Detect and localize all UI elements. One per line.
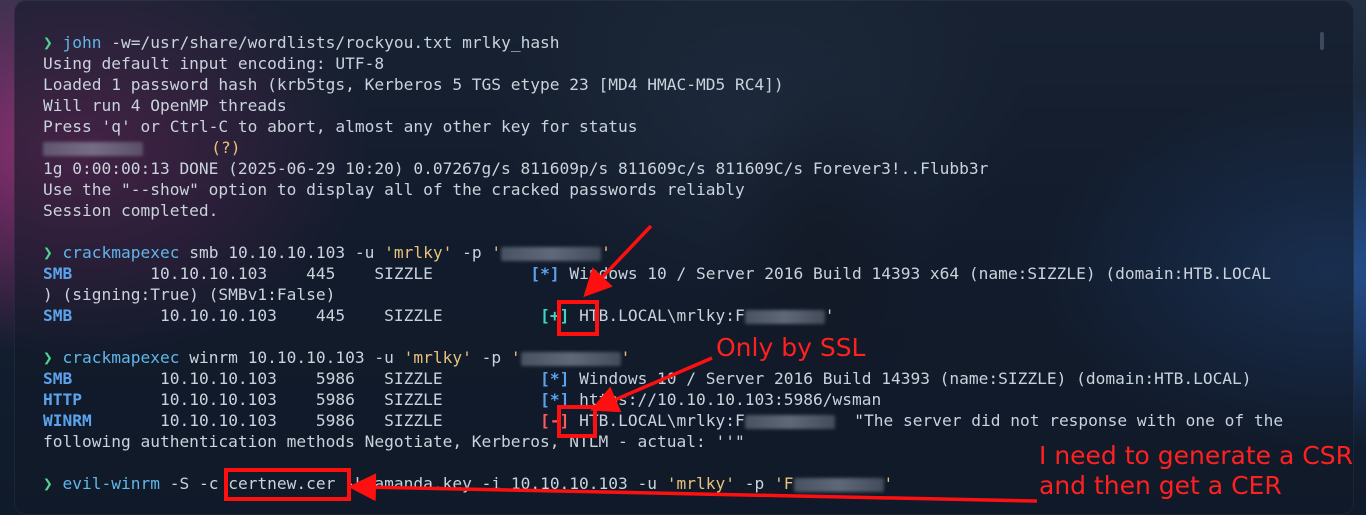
annotation-csr: I need to generate a CSR and then get a … bbox=[1039, 441, 1353, 500]
row-ip: 10.10.10.103 bbox=[159, 411, 277, 430]
command-proto: smb bbox=[189, 243, 219, 262]
output-line: Session completed. bbox=[43, 201, 219, 220]
cme-row: SMB 10.10.10.103 445 SIZZLE [*] Windows … bbox=[43, 263, 1271, 284]
pass-quote: 'F bbox=[774, 474, 794, 493]
row-port: 445 bbox=[306, 264, 336, 283]
command-line-cme-smb: ❯ crackmapexec smb 10.10.10.103 -u 'mrlk… bbox=[43, 242, 611, 263]
prompt-symbol: ❯ bbox=[43, 33, 53, 52]
row-port: 5986 bbox=[315, 390, 355, 409]
command-args: -w=/usr/share/wordlists/rockyou.txt bbox=[111, 33, 453, 52]
pass-quote: ' bbox=[510, 348, 521, 367]
row-proto: SMB bbox=[43, 264, 73, 283]
row-port: 445 bbox=[315, 306, 346, 325]
pass-flag: -p bbox=[744, 474, 765, 493]
command-flags: -S -c bbox=[169, 474, 219, 493]
redacted-password bbox=[501, 246, 602, 261]
row-tail: ' bbox=[824, 306, 835, 325]
row-ip: 10.10.10.103 bbox=[159, 390, 277, 409]
user-value: 'mrlky' bbox=[384, 243, 453, 262]
row-message: Windows 10 / Server 2016 Build 14393 x64… bbox=[569, 264, 1272, 283]
cme-row: WINRM 10.10.10.103 5986 SIZZLE [-] HTB.L… bbox=[43, 410, 1283, 431]
row-ip: 10.10.10.103 bbox=[150, 264, 268, 283]
pass-quote: ' bbox=[883, 474, 894, 493]
row-host: SIZZLE bbox=[384, 411, 443, 430]
command-target: mrlky_hash bbox=[462, 33, 560, 52]
desktop-background: ❯ john -w=/usr/share/wordlists/rockyou.t… bbox=[0, 0, 1366, 515]
cme-row: SMB 10.10.10.103 5986 SIZZLE [*] Windows… bbox=[43, 368, 1252, 389]
row-message: https://10.10.10.103:5986/wsman bbox=[579, 390, 882, 409]
row-proto: WINRM bbox=[43, 411, 92, 430]
row-proto: SMB bbox=[43, 369, 73, 388]
pass-quote: ' bbox=[601, 243, 611, 262]
row-host: SIZZLE bbox=[384, 306, 443, 325]
pass-flag: -p bbox=[462, 243, 482, 262]
row-proto: HTTP bbox=[43, 390, 82, 409]
row-host: SIZZLE bbox=[374, 264, 433, 283]
row-message: HTB.LOCAL\mrlky:F bbox=[579, 411, 745, 430]
row-ip: 10.10.10.103 bbox=[159, 306, 277, 325]
command-proto: winrm bbox=[189, 348, 238, 367]
row-host: SIZZLE bbox=[384, 390, 443, 409]
row-port: 5986 bbox=[315, 411, 355, 430]
row-host: SIZZLE bbox=[384, 369, 443, 388]
command-line-cme-winrm: ❯ crackmapexec winrm 10.10.10.103 -u 'mr… bbox=[43, 347, 630, 368]
row-message: HTB.LOCAL\mrlky:F bbox=[579, 306, 745, 325]
prompt-symbol: ❯ bbox=[43, 243, 53, 262]
user-value: 'mrlky' bbox=[403, 348, 472, 367]
output-line: 1g 0:00:00:13 DONE (2025-06-29 10:20) 0.… bbox=[43, 159, 989, 178]
cracked-suffix: (?) bbox=[211, 138, 241, 157]
command-host: 10.10.10.103 bbox=[247, 348, 365, 367]
user-value: 'mrlky' bbox=[666, 474, 736, 493]
redacted-password bbox=[43, 141, 143, 156]
redacted-password bbox=[744, 309, 825, 324]
command-name: john bbox=[62, 33, 102, 52]
highlight-box-cert bbox=[224, 468, 351, 501]
terminal-window[interactable]: ❯ john -w=/usr/share/wordlists/rockyou.t… bbox=[14, 0, 1354, 515]
redacted-password bbox=[793, 477, 884, 492]
command-line-john: ❯ john -w=/usr/share/wordlists/rockyou.t… bbox=[43, 32, 560, 53]
annotation-ssl: Only by SSL bbox=[716, 333, 866, 362]
output-line: Use the "--show" option to display all o… bbox=[43, 180, 745, 199]
command-flags: -k amanda.key -i 10.10.10.103 -u bbox=[345, 474, 658, 493]
row-port: 5986 bbox=[315, 369, 355, 388]
terminal-scrollbar[interactable] bbox=[1320, 32, 1324, 50]
pass-quote: ' bbox=[491, 243, 502, 262]
output-line: Loaded 1 password hash (krb5tgs, Kerbero… bbox=[43, 75, 784, 94]
redacted-password bbox=[520, 351, 621, 366]
prompt-symbol: ❯ bbox=[43, 348, 53, 367]
cracked-password-line: (?) bbox=[43, 137, 240, 158]
pass-quote: ' bbox=[620, 348, 631, 367]
row-ip: 10.10.10.103 bbox=[159, 369, 277, 388]
redacted-password bbox=[744, 414, 835, 429]
command-name: evil-winrm bbox=[62, 474, 160, 493]
status-mark: [*] bbox=[530, 264, 560, 283]
row-proto: SMB bbox=[43, 306, 73, 325]
command-host: 10.10.10.103 bbox=[228, 243, 346, 262]
pass-flag: -p bbox=[481, 348, 502, 367]
output-line: Using default input encoding: UTF-8 bbox=[43, 54, 385, 73]
status-mark: [*] bbox=[540, 369, 570, 388]
output-line: Will run 4 OpenMP threads bbox=[43, 96, 287, 115]
cme-row: SMB 10.10.10.103 445 SIZZLE [+] HTB.LOCA… bbox=[43, 305, 835, 326]
row-tail: "The server did not response with one of… bbox=[854, 411, 1284, 430]
command-name: crackmapexec bbox=[62, 243, 180, 262]
command-name: crackmapexec bbox=[62, 348, 180, 367]
output-wrap: ) (signing:True) (SMBv1:False) bbox=[43, 285, 336, 304]
user-flag: -u bbox=[354, 243, 375, 262]
row-message: Windows 10 / Server 2016 Build 14393 (na… bbox=[579, 369, 1252, 388]
highlight-box-failure bbox=[557, 405, 597, 438]
highlight-box-success bbox=[557, 300, 599, 336]
output-line: Press 'q' or Ctrl-C to abort, almost any… bbox=[43, 117, 638, 136]
user-flag: -u bbox=[374, 348, 394, 367]
cme-row: HTTP 10.10.10.103 5986 SIZZLE [*] https:… bbox=[43, 389, 881, 410]
prompt-symbol: ❯ bbox=[43, 474, 53, 493]
command-line-evil-winrm: ❯ evil-winrm -S -c certnew.cer -k amanda… bbox=[43, 473, 893, 494]
output-wrap: following authentication methods Negotia… bbox=[43, 432, 745, 451]
